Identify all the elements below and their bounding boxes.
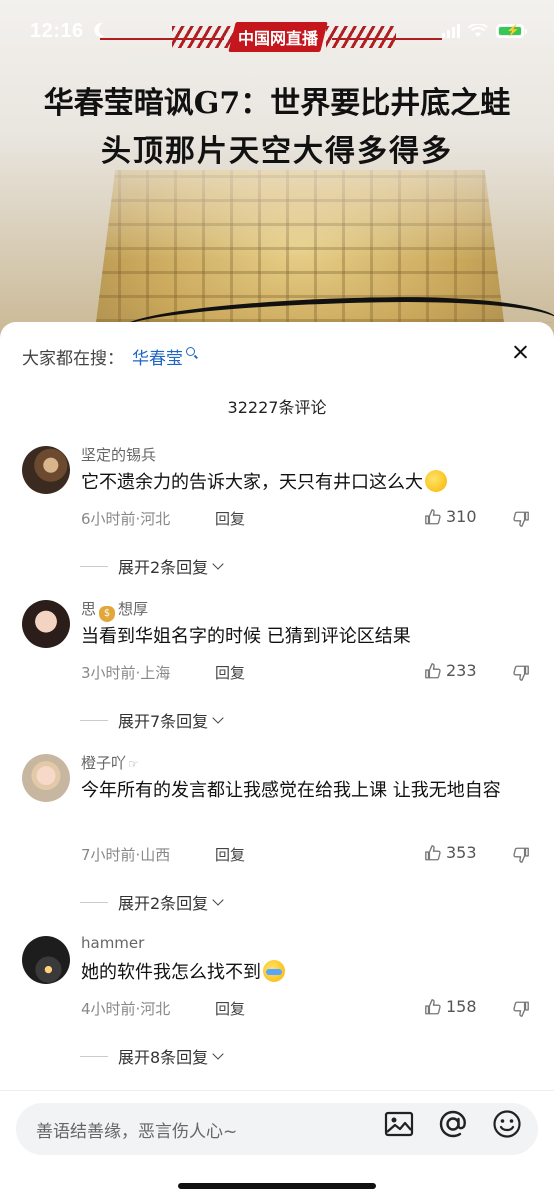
pointing-hand-icon: ☞ [128, 757, 139, 771]
like-button[interactable]: 353 [424, 843, 477, 862]
avatar[interactable] [22, 936, 70, 984]
headline-line-2: 头顶那片天空大得多得多 [101, 134, 453, 169]
comment-count: 32227条评论 [227, 398, 327, 417]
comment-text[interactable]: 它不遗余力的告诉大家，天只有井口这么大 [81, 468, 521, 498]
like-count: 233 [446, 661, 477, 680]
smirk-emoji-icon [425, 470, 447, 492]
money-bag-icon: $ [99, 606, 116, 622]
comment-time-location: 6小时前·河北 [81, 510, 171, 528]
chevron-down-icon [212, 557, 224, 570]
thumbs-up-icon [425, 998, 441, 1014]
chevron-down-icon [212, 893, 224, 906]
headline-line-1: 华春莹暗讽G7：世界要比井底之蛙 [43, 86, 511, 121]
like-count: 310 [446, 507, 477, 526]
crying-emoji-icon [263, 960, 285, 982]
expand-replies-button[interactable]: 展开2条回复 [80, 890, 224, 914]
avatar[interactable] [22, 754, 70, 802]
watermark-logo: 中国网直播 [0, 22, 554, 52]
comment-sheet: 大家都在搜： 华春莹 32227条评论 坚定的锡兵 它不遗余力的告诉大家，天只有… [0, 322, 554, 1200]
comment-time-location: 3小时前·上海 [81, 664, 171, 682]
close-button[interactable] [506, 338, 534, 366]
comment-text[interactable]: 当看到华姐名字的时候 已猜到评论区结果 [81, 622, 521, 652]
like-button[interactable]: 158 [424, 997, 477, 1016]
like-button[interactable]: 233 [424, 661, 477, 680]
reply-button[interactable]: 回复 [215, 998, 245, 1019]
reply-button[interactable]: 回复 [215, 508, 245, 529]
thumbs-down-icon[interactable] [512, 664, 530, 682]
avatar[interactable] [22, 600, 70, 648]
trending-search[interactable]: 大家都在搜： 华春莹 [22, 344, 195, 369]
thumbs-up-icon [425, 662, 441, 678]
comment-time-location: 7小时前·山西 [81, 846, 171, 864]
thumbs-up-icon [425, 508, 441, 524]
at-mention-icon[interactable] [436, 1107, 470, 1141]
comment-text[interactable]: 今年所有的发言都让我感觉在给我上课 让我无地自容 [81, 776, 521, 806]
avatar[interactable] [22, 446, 70, 494]
home-indicator [178, 1183, 376, 1189]
expand-replies-button[interactable]: 展开8条回复 [80, 1044, 224, 1068]
comment-time-location: 4小时前·河北 [81, 1000, 171, 1018]
trending-label: 大家都在搜： [22, 349, 124, 369]
comment-username[interactable]: hammer [81, 934, 144, 952]
comment-text[interactable]: 她的软件我怎么找不到 [81, 958, 521, 988]
emoji-icon[interactable] [490, 1107, 524, 1141]
thumbs-down-icon[interactable] [512, 846, 530, 864]
chevron-down-icon [212, 1047, 224, 1060]
trending-term-link[interactable]: 华春莹 [132, 344, 183, 369]
reply-button[interactable]: 回复 [215, 844, 245, 865]
video-headline: 华春莹暗讽G7：世界要比井底之蛙 头顶那片天空大得多得多 [0, 80, 554, 176]
comment-input-placeholder: 善语结善缘，恶言伤人心~ [36, 1121, 238, 1142]
watermark-badge: 中国网直播 [228, 22, 328, 52]
chevron-down-icon [212, 711, 224, 724]
expand-replies-button[interactable]: 展开2条回复 [80, 554, 224, 578]
search-icon [186, 347, 195, 356]
comment-username[interactable]: 坚定的锡兵 [81, 444, 156, 465]
thumbs-down-icon[interactable] [512, 510, 530, 528]
thumbs-up-icon [425, 844, 441, 860]
comment-username[interactable]: 橙子吖 ☞ [81, 752, 139, 773]
comment-username[interactable]: 思 $ 想厚 [81, 598, 148, 622]
thumbs-down-icon[interactable] [512, 1000, 530, 1018]
expand-replies-button[interactable]: 展开7条回复 [80, 708, 224, 732]
like-button[interactable]: 310 [424, 507, 477, 526]
like-count: 158 [446, 997, 477, 1016]
reply-button[interactable]: 回复 [215, 662, 245, 683]
like-count: 353 [446, 843, 477, 862]
image-icon[interactable] [382, 1107, 416, 1141]
